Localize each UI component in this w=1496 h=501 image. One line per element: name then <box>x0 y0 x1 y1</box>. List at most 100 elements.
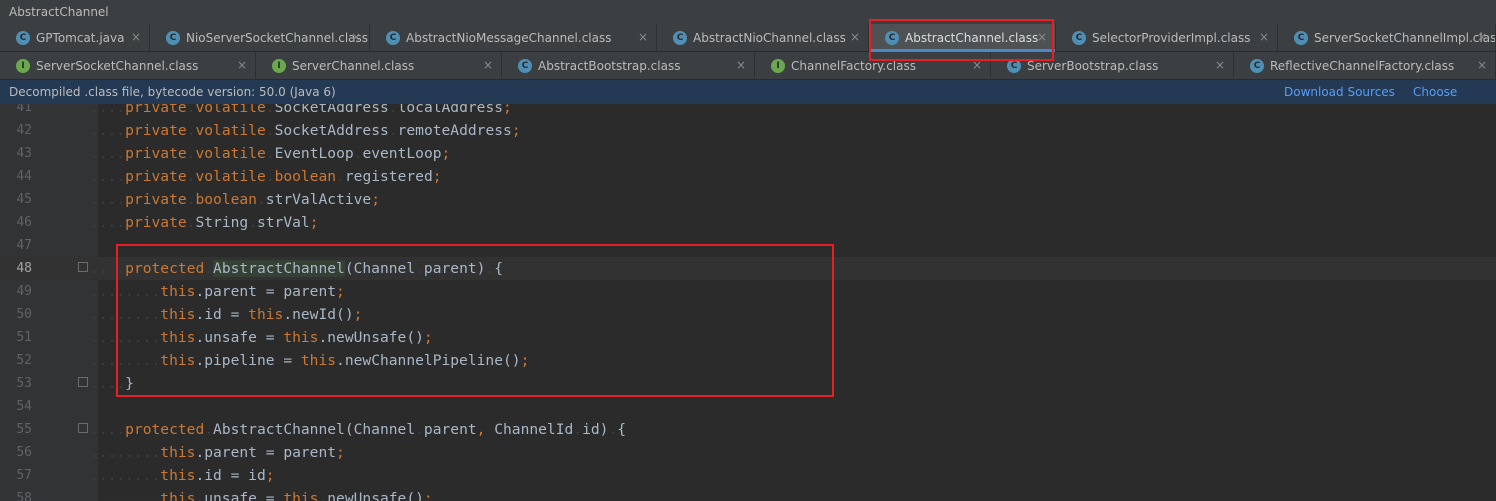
fold-marker-icon[interactable] <box>78 423 88 433</box>
code-line[interactable]: 57 ........this.id = id; <box>0 464 1496 487</box>
tab-abstractbootstrap-class[interactable]: C AbstractBootstrap.class × <box>502 52 755 80</box>
tab-nioserversocketchannel-class[interactable]: C NioServerSocketChannel.class × <box>150 24 370 52</box>
decompiled-banner: Decompiled .class file, bytecode version… <box>0 80 1496 123</box>
editor-tabs-row-1: C GPTomcat.java × C NioServerSocketChannel.c… <box>0 24 1496 52</box>
interface-file-icon: I <box>771 59 785 73</box>
tab-serversocketchannel-class[interactable]: I ServerSocketChannel.class × <box>0 52 256 80</box>
line-number: 46 <box>16 215 32 230</box>
code-text: ........this.id = this.newId(); <box>90 306 363 323</box>
tab-label: SelectorProviderImpl.class <box>1092 31 1251 45</box>
line-number: 52 <box>16 353 32 368</box>
code-line[interactable]: 58 ........this.unsafe = this.newUnsafe()… <box>0 487 1496 501</box>
close-tab-icon[interactable]: × <box>638 30 648 44</box>
tab-label: ChannelFactory.class <box>791 59 916 73</box>
line-number: 45 <box>16 192 32 207</box>
code-text: ........this.unsafe = this.newUnsafe(); <box>90 490 433 501</box>
code-line[interactable]: 42 ....private.volatile.SocketAddress.rem… <box>0 119 1496 142</box>
code-text: ....private.String.strVal; <box>90 214 319 231</box>
tab-gptomcat-java[interactable]: C GPTomcat.java × <box>0 24 150 52</box>
class-file-icon: C <box>1072 31 1086 45</box>
code-text: ....private.volatile.EventLoop.eventLoop… <box>90 145 451 162</box>
line-number: 56 <box>16 445 32 460</box>
code-line[interactable]: 56 ........this.parent = parent; <box>0 441 1496 464</box>
class-file-icon: C <box>885 31 899 45</box>
tab-abstractniomessagechannel-class[interactable]: C AbstractNioMessageChannel.class × <box>370 24 657 52</box>
code-text: ....protected.AbstractChannel(Channel.pa… <box>90 421 627 438</box>
code-line[interactable]: 54 <box>0 395 1496 418</box>
close-tab-icon[interactable]: × <box>972 58 982 72</box>
code-line[interactable]: 44 ....private.volatile.boolean.registere… <box>0 165 1496 188</box>
tab-abstractchannel-class[interactable]: C AbstractChannel.class × <box>869 24 1056 52</box>
tab-label: ServerBootstrap.class <box>1027 59 1159 73</box>
code-text: ....private.volatile.boolean.registered; <box>90 168 442 185</box>
code-line[interactable]: 41 ....private.volatile.SocketAddress.loc… <box>0 104 1496 119</box>
tab-label: ReflectiveChannelFactory.class <box>1270 59 1455 73</box>
fold-marker-icon[interactable] <box>78 377 88 387</box>
code-line[interactable]: 47 <box>0 234 1496 257</box>
code-line[interactable]: 45 ....private.boolean.strValActive; <box>0 188 1496 211</box>
close-tab-icon[interactable]: × <box>237 58 247 72</box>
tab-label: NioServerSocketChannel.class <box>186 31 369 45</box>
tab-label: AbstractNioMessageChannel.class <box>406 31 612 45</box>
fold-marker-icon[interactable] <box>78 262 88 272</box>
close-tab-icon[interactable]: × <box>1037 30 1047 44</box>
line-number: 49 <box>16 284 32 299</box>
tab-selectorproviderimpl-class[interactable]: C SelectorProviderImpl.class × <box>1056 24 1278 52</box>
close-tab-icon[interactable]: × <box>736 58 746 72</box>
tab-label: ServerChannel.class <box>292 59 415 73</box>
tab-serverbootstrap-class[interactable]: C ServerBootstrap.class × <box>991 52 1234 80</box>
code-text: ........this.parent = parent; <box>90 444 345 461</box>
line-number: 51 <box>16 330 32 345</box>
class-file-icon: C <box>673 31 687 45</box>
close-tab-icon[interactable]: × <box>1477 58 1487 72</box>
code-text: ....private.volatile.SocketAddress.remot… <box>90 122 521 139</box>
close-tab-icon[interactable]: × <box>1215 58 1225 72</box>
class-file-icon: C <box>166 31 180 45</box>
interface-file-icon: I <box>16 59 30 73</box>
close-tab-icon[interactable]: × <box>1259 30 1269 44</box>
code-line[interactable]: 50 ........this.id = this.newId(); <box>0 303 1496 326</box>
code-text: ....} <box>90 375 134 392</box>
interface-file-icon: I <box>272 59 286 73</box>
line-number: 57 <box>16 468 32 483</box>
line-number: 44 <box>16 169 32 184</box>
close-tab-icon[interactable]: × <box>131 30 141 44</box>
tab-abstractniochannel-class[interactable]: C AbstractNioChannel.class × <box>657 24 869 52</box>
code-editor[interactable]: 41 ....private.volatile.SocketAddress.loc… <box>0 104 1496 501</box>
tab-label: GPTomcat.java <box>36 31 125 45</box>
code-text: ........this.pipeline = this.newChannelP… <box>90 352 530 369</box>
tab-label: AbstractChannel.class <box>905 31 1039 45</box>
code-line[interactable]: 46 ....private.String.strVal; <box>0 211 1496 234</box>
line-number: 50 <box>16 307 32 322</box>
class-file-icon: C <box>1007 59 1021 73</box>
tab-serverchannel-class[interactable]: I ServerChannel.class × <box>256 52 502 80</box>
code-line[interactable]: 43 ....private.volatile.EventLoop.eventLo… <box>0 142 1496 165</box>
code-line[interactable]: 49 ........this.parent = parent; <box>0 280 1496 303</box>
class-file-icon: C <box>386 31 400 45</box>
code-line[interactable]: 52 ........this.pipeline = this.newChanne… <box>0 349 1496 372</box>
tab-label: AbstractBootstrap.class <box>538 59 681 73</box>
download-sources-link[interactable]: Download Sources <box>1284 80 1395 104</box>
tab-serversocketchannelimpl-class[interactable]: C ServerSocketChannelImpl.class × <box>1278 24 1496 52</box>
tab-label: AbstractNioChannel.class <box>693 31 846 45</box>
code-line[interactable]: 55 ....protected.AbstractChannel(Channel.… <box>0 418 1496 441</box>
editor-tabs-row-2: I ServerSocketChannel.class × I ServerChanne… <box>0 52 1496 80</box>
close-tab-icon[interactable]: × <box>850 30 860 44</box>
code-line[interactable]: 48 ....protected.AbstractChannel(Channel.… <box>0 257 1496 280</box>
line-number: 48 <box>16 261 32 276</box>
code-text: ....protected.AbstractChannel(Channel.pa… <box>90 260 504 277</box>
line-number: 53 <box>16 376 32 391</box>
code-text: ....private.boolean.strValActive; <box>90 191 381 208</box>
line-number: 54 <box>16 399 32 414</box>
tab-reflectivechannelfactory-class[interactable]: C ReflectiveChannelFactory.class × <box>1234 52 1496 80</box>
code-line[interactable]: 51 ........this.unsafe = this.newUnsafe()… <box>0 326 1496 349</box>
window-title: AbstractChannel <box>0 0 1496 24</box>
close-tab-icon[interactable]: × <box>483 58 493 72</box>
code-text: ........this.unsafe = this.newUnsafe(); <box>90 329 433 346</box>
line-number: 41 <box>16 104 32 115</box>
close-tab-icon[interactable]: × <box>351 30 361 44</box>
close-tab-icon[interactable]: × <box>1477 30 1487 44</box>
code-line[interactable]: 53....} <box>0 372 1496 395</box>
decompiled-banner-text: Decompiled .class file, bytecode version… <box>9 85 336 99</box>
tab-channelfactory-class[interactable]: I ChannelFactory.class × <box>755 52 991 80</box>
